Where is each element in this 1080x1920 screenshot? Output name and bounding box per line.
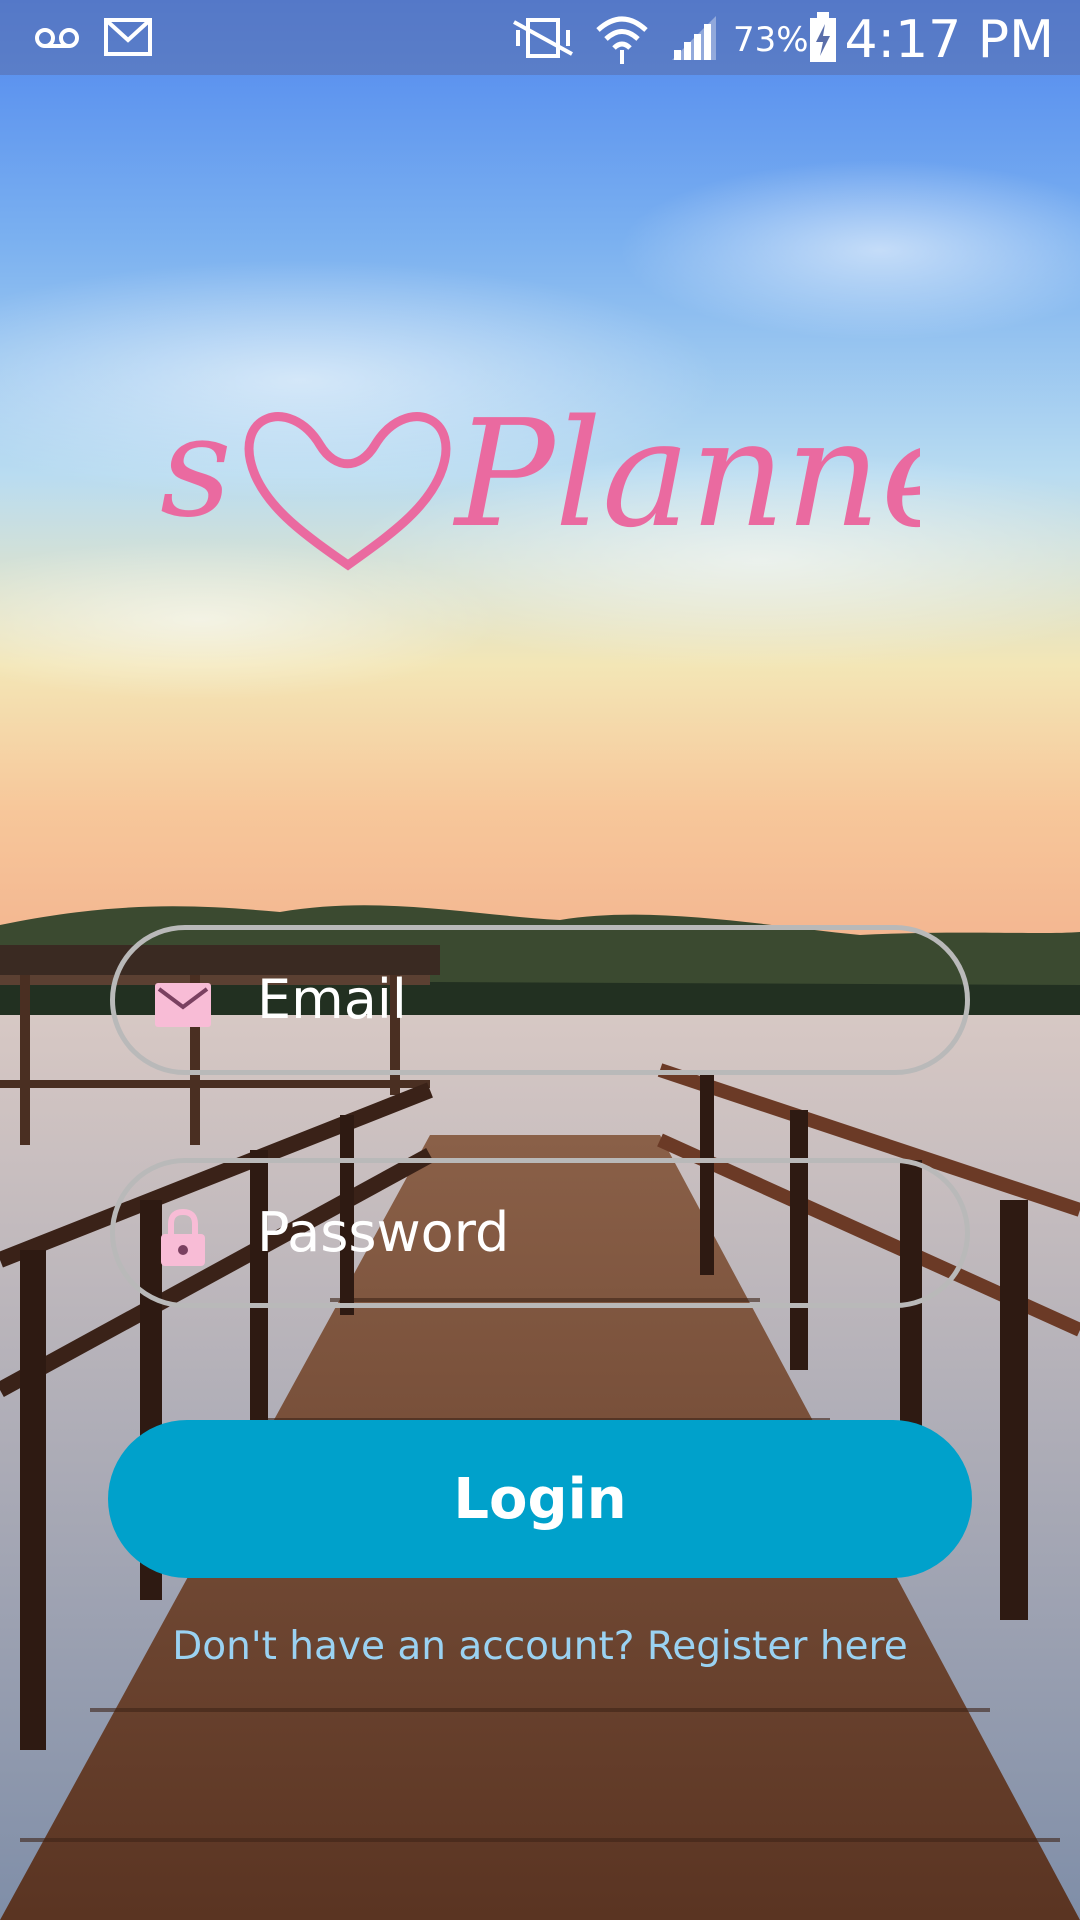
heart-icon — [244, 412, 451, 571]
login-button[interactable]: Login — [108, 1420, 972, 1578]
envelope-icon — [155, 983, 211, 1027]
clock: 4:17 PM — [844, 10, 1054, 70]
battery-charging-icon — [810, 12, 836, 62]
email-field[interactable]: Email — [110, 925, 970, 1075]
voicemail-icon — [35, 28, 79, 48]
logo-text-prefix: s — [160, 386, 232, 549]
logo-text-suffix: Planner — [452, 388, 920, 560]
register-link[interactable]: Don't have an account? Register here — [0, 1624, 1080, 1669]
status-bar: 73% 4:17 PM — [0, 0, 1080, 75]
signal-icon — [672, 16, 716, 60]
lock-icon — [161, 1208, 205, 1266]
wifi-icon — [596, 16, 648, 64]
vibrate-icon — [513, 18, 573, 58]
password-placeholder: Password — [257, 1201, 510, 1264]
password-field[interactable]: Password — [110, 1158, 970, 1308]
app-logo: s Planner — [160, 386, 920, 571]
gmail-icon — [104, 18, 152, 56]
battery-percent: 73% — [733, 20, 809, 60]
email-placeholder: Email — [257, 968, 407, 1031]
